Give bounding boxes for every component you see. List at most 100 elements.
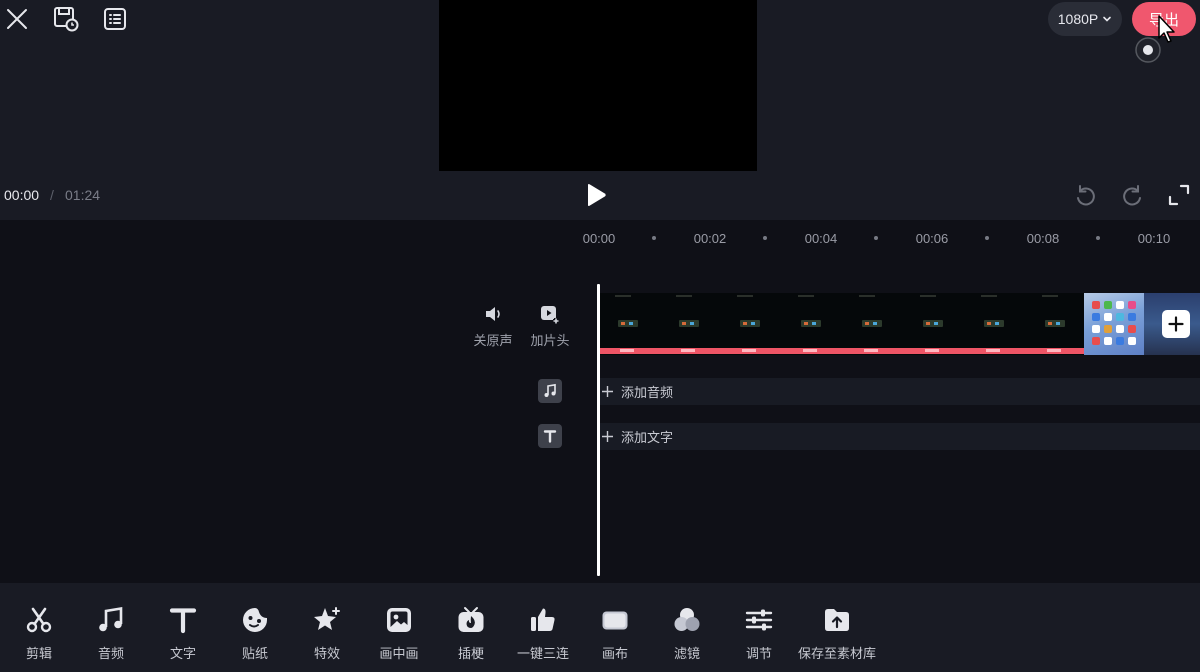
speaker-icon	[486, 307, 500, 321]
record-dot-icon[interactable]	[1135, 37, 1161, 63]
tool-label: 一键三连	[516, 646, 569, 661]
audio-track-icon	[538, 379, 562, 403]
waveform-tick	[742, 349, 756, 352]
text-icon	[169, 608, 197, 634]
text-t-icon	[543, 430, 557, 443]
tool-adjust[interactable]: 调节	[738, 606, 780, 662]
picture-in-picture-icon	[387, 608, 411, 632]
frame-marker	[981, 295, 997, 297]
video-clip-track[interactable]	[598, 293, 1200, 355]
clip-thumbnail	[1084, 293, 1144, 355]
sticker-icon	[243, 608, 267, 632]
plus-icon	[602, 386, 613, 397]
music-icon	[99, 606, 123, 632]
canvas-icon	[602, 611, 628, 630]
plus-icon	[1168, 316, 1184, 332]
tool-save-to-library[interactable]: 保存至素材库	[796, 606, 878, 662]
add-clip-button[interactable]	[1162, 310, 1190, 338]
waveform-tick	[620, 349, 634, 352]
tool-pip[interactable]: 画中画	[374, 606, 424, 662]
tool-sticker[interactable]: 贴纸	[234, 606, 276, 662]
tool-label: 贴纸	[241, 646, 268, 661]
tool-meme[interactable]: 插梗	[450, 606, 492, 662]
ruler-label: 00:08	[1026, 231, 1060, 246]
play-icon[interactable]	[583, 182, 609, 208]
frame-thumbnail	[862, 320, 882, 327]
tool-canvas[interactable]: 画布	[594, 606, 636, 662]
close-icon[interactable]	[4, 6, 30, 32]
ruler-dot	[652, 236, 656, 240]
time-separator: /	[50, 187, 54, 203]
total-time: 01:24	[65, 187, 101, 203]
tool-label: 保存至素材库	[797, 646, 876, 661]
add-intro-label: 加片头	[530, 333, 570, 348]
waveform-tick	[1047, 349, 1061, 352]
mute-original-audio-button[interactable]: 关原声	[468, 304, 518, 349]
current-time: 00:00	[4, 187, 40, 203]
waveform-tick	[986, 349, 1000, 352]
tv-meme-icon	[458, 607, 484, 632]
tool-label: 特效	[313, 646, 340, 661]
filter-icon	[674, 608, 700, 631]
tool-label: 滤镜	[673, 646, 700, 661]
tool-audio[interactable]: 音频	[90, 606, 132, 662]
audio-waveform-bar	[598, 348, 1084, 354]
resolution-selector[interactable]: 1080P	[1048, 2, 1122, 36]
redo-icon[interactable]	[1121, 183, 1145, 207]
frame-marker	[1042, 295, 1058, 297]
ruler-dot	[763, 236, 767, 240]
tool-label: 画中画	[379, 646, 419, 661]
playhead[interactable]	[597, 284, 600, 576]
text-track-icon	[538, 424, 562, 448]
add-text-row[interactable]: 添加文字	[598, 423, 1200, 450]
tool-cut[interactable]: 剪辑	[18, 606, 60, 662]
save-draft-icon[interactable]	[53, 6, 79, 32]
frame-marker	[920, 295, 936, 297]
frame-thumbnail	[984, 320, 1004, 327]
chevron-down-icon	[1103, 16, 1112, 22]
tool-label: 音频	[97, 646, 124, 661]
tool-filter[interactable]: 滤镜	[666, 606, 708, 662]
ruler-label: 00:00	[582, 231, 616, 246]
undo-icon[interactable]	[1073, 183, 1097, 207]
ruler-dot	[874, 236, 878, 240]
frame-marker	[615, 295, 631, 297]
resolution-label: 1080P	[1057, 11, 1099, 27]
add-audio-label: 添加音频	[621, 385, 674, 400]
frame-thumbnail	[618, 320, 638, 327]
effects-star-icon	[314, 607, 340, 630]
scissors-icon	[26, 607, 52, 633]
tool-label: 插梗	[457, 646, 484, 661]
mute-original-label: 关原声	[473, 333, 513, 348]
ruler-label: 00:02	[693, 231, 727, 246]
tool-effects[interactable]: 特效	[306, 606, 348, 662]
waveform-tick	[925, 349, 939, 352]
add-intro-button[interactable]: 加片头	[525, 304, 575, 349]
waveform-tick	[864, 349, 878, 352]
ruler-dot	[985, 236, 989, 240]
adjust-sliders-icon	[745, 609, 773, 631]
tool-text[interactable]: 文字	[162, 606, 204, 662]
thumbs-up-icon	[531, 608, 555, 631]
add-audio-row[interactable]: 添加音频	[598, 378, 1200, 405]
tool-label: 文字	[169, 646, 196, 661]
fullscreen-icon[interactable]	[1167, 183, 1191, 207]
frame-marker	[676, 295, 692, 297]
plus-icon	[602, 431, 613, 442]
frame-marker	[859, 295, 875, 297]
tool-triple[interactable]: 一键三连	[514, 606, 572, 662]
frame-thumbnail	[740, 320, 760, 327]
tool-label: 剪辑	[25, 646, 52, 661]
frame-thumbnail	[801, 320, 821, 327]
ruler-label: 00:06	[915, 231, 949, 246]
tool-label: 画布	[601, 646, 628, 661]
ruler-dot	[1096, 236, 1100, 240]
video-preview[interactable]	[439, 0, 757, 171]
list-icon[interactable]	[102, 6, 128, 32]
save-to-library-icon	[825, 609, 849, 631]
ruler-label: 00:04	[804, 231, 838, 246]
ruler-label: 00:10	[1137, 231, 1171, 246]
frame-thumbnail	[1045, 320, 1065, 327]
waveform-tick	[803, 349, 817, 352]
frame-thumbnail	[923, 320, 943, 327]
